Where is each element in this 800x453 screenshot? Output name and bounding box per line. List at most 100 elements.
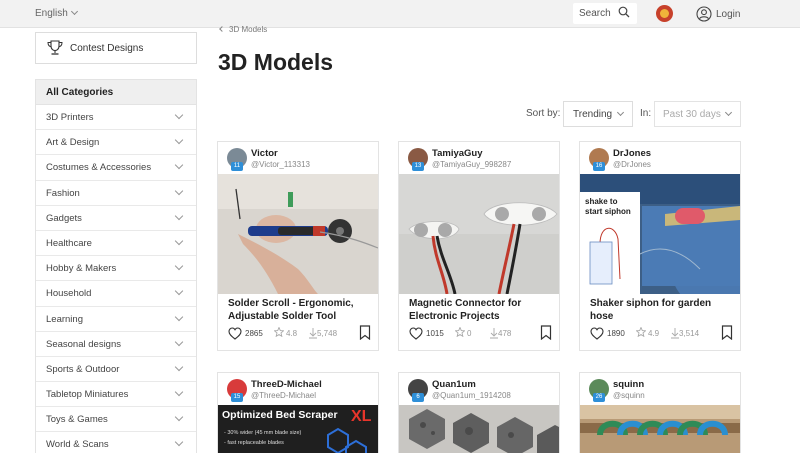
model-title[interactable]: Solder Scroll - Ergonomic, Adjustable So… bbox=[228, 298, 374, 323]
contest-designs-button[interactable]: Contest Designs bbox=[35, 32, 197, 64]
chevron-down-icon[interactable] bbox=[174, 413, 184, 422]
sort-value: Trending bbox=[573, 109, 613, 120]
user-handle: @squinn bbox=[613, 391, 645, 400]
level-badge: 26 bbox=[593, 393, 605, 402]
category-label: Healthcare bbox=[46, 237, 92, 249]
chevron-down-icon[interactable] bbox=[174, 312, 184, 321]
level-badge: 16 bbox=[593, 162, 605, 171]
heart-icon[interactable] bbox=[590, 327, 604, 340]
chevron-down-icon[interactable] bbox=[174, 211, 184, 220]
rating-value: 4.8 bbox=[286, 329, 298, 338]
chevron-down-icon[interactable] bbox=[174, 337, 184, 346]
all-categories-header[interactable]: All Categories bbox=[36, 80, 196, 105]
model-card[interactable]: 15 ThreeD-Michael @ThreeD-Michael Optimi… bbox=[217, 372, 379, 453]
search-label: Search bbox=[579, 8, 611, 19]
category-label: Art & Design bbox=[46, 137, 100, 149]
category-item[interactable]: Costumes & Accessories bbox=[36, 155, 196, 181]
chevron-down-icon[interactable] bbox=[174, 261, 184, 271]
category-item[interactable]: Fashion bbox=[36, 180, 196, 206]
bookmark-icon[interactable] bbox=[359, 325, 371, 340]
user-name[interactable]: Quan1um bbox=[432, 379, 476, 390]
chevron-down-icon[interactable] bbox=[174, 438, 184, 447]
language-label: English bbox=[35, 8, 68, 19]
chevron-down-icon[interactable] bbox=[174, 362, 184, 372]
download-count: 478 bbox=[498, 329, 512, 338]
category-item[interactable]: Hobby & Makers bbox=[36, 256, 196, 282]
model-card[interactable]: 11 Victor @Victor_113313 Solder Scroll -… bbox=[217, 141, 379, 351]
category-item[interactable]: World & Scans bbox=[36, 432, 196, 453]
chevron-down-icon[interactable] bbox=[174, 186, 184, 195]
model-stats: 1015 0 478 bbox=[409, 325, 552, 341]
user-name[interactable]: TamiyaGuy bbox=[432, 148, 483, 159]
chevron-down-icon[interactable] bbox=[174, 135, 184, 145]
chevron-down-icon bbox=[724, 108, 733, 117]
category-label: Household bbox=[46, 288, 92, 300]
siphon-caption-2: start siphon bbox=[585, 207, 631, 216]
level-badge: 11 bbox=[231, 162, 243, 171]
category-item[interactable]: Healthcare bbox=[36, 230, 196, 257]
search-box[interactable]: Search bbox=[573, 3, 637, 24]
heart-icon[interactable] bbox=[409, 327, 423, 340]
model-thumbnail[interactable] bbox=[218, 174, 378, 294]
user-name[interactable]: DrJones bbox=[613, 148, 651, 159]
chevron-down-icon[interactable] bbox=[174, 387, 184, 397]
category-item[interactable]: Toys & Games bbox=[36, 407, 196, 433]
model-card[interactable]: 6 Quan1um @Quan1um_1914208 bbox=[398, 372, 560, 453]
category-item[interactable]: Learning bbox=[36, 306, 196, 332]
category-item[interactable]: Seasonal designs bbox=[36, 331, 196, 357]
category-label: Sports & Outdoor bbox=[46, 363, 120, 375]
scraper-line-2: - fast replaceable blades bbox=[224, 440, 284, 446]
bookmark-icon[interactable] bbox=[721, 325, 733, 340]
breadcrumb[interactable]: 3D Models bbox=[219, 25, 267, 34]
clips-image bbox=[580, 405, 740, 453]
period-label: In: bbox=[640, 108, 652, 119]
chevron-down-icon[interactable] bbox=[174, 161, 184, 170]
heart-icon[interactable] bbox=[228, 327, 242, 340]
category-label: World & Scans bbox=[46, 439, 109, 451]
user-handle: @ThreeD-Michael bbox=[251, 391, 317, 400]
like-count: 1015 bbox=[426, 329, 444, 338]
category-item[interactable]: Tabletop Miniatures bbox=[36, 382, 196, 408]
category-item[interactable]: 3D Printers bbox=[36, 105, 196, 131]
contest-designs-label: Contest Designs bbox=[70, 42, 144, 54]
model-thumbnail[interactable] bbox=[399, 405, 559, 453]
site-logo-icon[interactable] bbox=[656, 5, 673, 22]
chevron-down-icon bbox=[70, 7, 78, 16]
model-thumbnail[interactable]: shake to start siphon bbox=[580, 174, 740, 294]
period-select[interactable]: Past 30 days bbox=[654, 101, 741, 127]
user-name[interactable]: ThreeD-Michael bbox=[251, 379, 322, 390]
siphon-caption-1: shake to bbox=[585, 197, 618, 206]
top-bar: English Search Login bbox=[0, 0, 800, 28]
scraper-line-1: - 30% wider (45 mm blade size) bbox=[224, 430, 302, 436]
category-item[interactable]: Household bbox=[36, 281, 196, 307]
chevron-down-icon[interactable] bbox=[174, 110, 184, 120]
model-title[interactable]: Magnetic Connector for Electronic Projec… bbox=[409, 298, 555, 323]
user-icon bbox=[696, 6, 712, 22]
period-value: Past 30 days bbox=[663, 109, 721, 120]
scraper-title: Optimized Bed Scraper bbox=[222, 409, 338, 421]
chevron-down-icon[interactable] bbox=[174, 287, 184, 296]
chevron-down-icon[interactable] bbox=[174, 236, 184, 246]
login-button[interactable]: Login bbox=[696, 5, 740, 23]
page-title: 3D Models bbox=[218, 49, 334, 75]
category-item[interactable]: Sports & Outdoor bbox=[36, 356, 196, 383]
model-card[interactable]: 26 squinn @squinn bbox=[579, 372, 741, 453]
model-card[interactable]: 13 TamiyaGuy @TamiyaGuy_998287 Magnetic … bbox=[398, 141, 560, 351]
login-label: Login bbox=[716, 8, 741, 20]
model-title[interactable]: Shaker siphon for garden hose bbox=[590, 298, 736, 323]
like-count: 1890 bbox=[607, 329, 625, 338]
user-name[interactable]: Victor bbox=[251, 148, 278, 159]
search-icon[interactable] bbox=[618, 6, 630, 18]
bookmark-icon[interactable] bbox=[540, 325, 552, 340]
category-list: All Categories 3D Printers Art & Design … bbox=[35, 79, 197, 453]
user-name[interactable]: squinn bbox=[613, 379, 644, 390]
model-thumbnail[interactable] bbox=[580, 405, 740, 453]
model-thumbnail[interactable]: Optimized Bed Scraper XL - 30% wider (45… bbox=[218, 405, 378, 453]
sort-select[interactable]: Trending bbox=[563, 101, 633, 127]
category-item[interactable]: Art & Design bbox=[36, 130, 196, 156]
category-item[interactable]: Gadgets bbox=[36, 205, 196, 231]
language-selector[interactable]: English bbox=[35, 7, 78, 19]
model-card[interactable]: 16 DrJones @DrJones shake to start sipho… bbox=[579, 141, 741, 351]
model-stats: 2865 4.8 5,748 bbox=[228, 325, 371, 341]
model-thumbnail[interactable] bbox=[399, 174, 559, 294]
